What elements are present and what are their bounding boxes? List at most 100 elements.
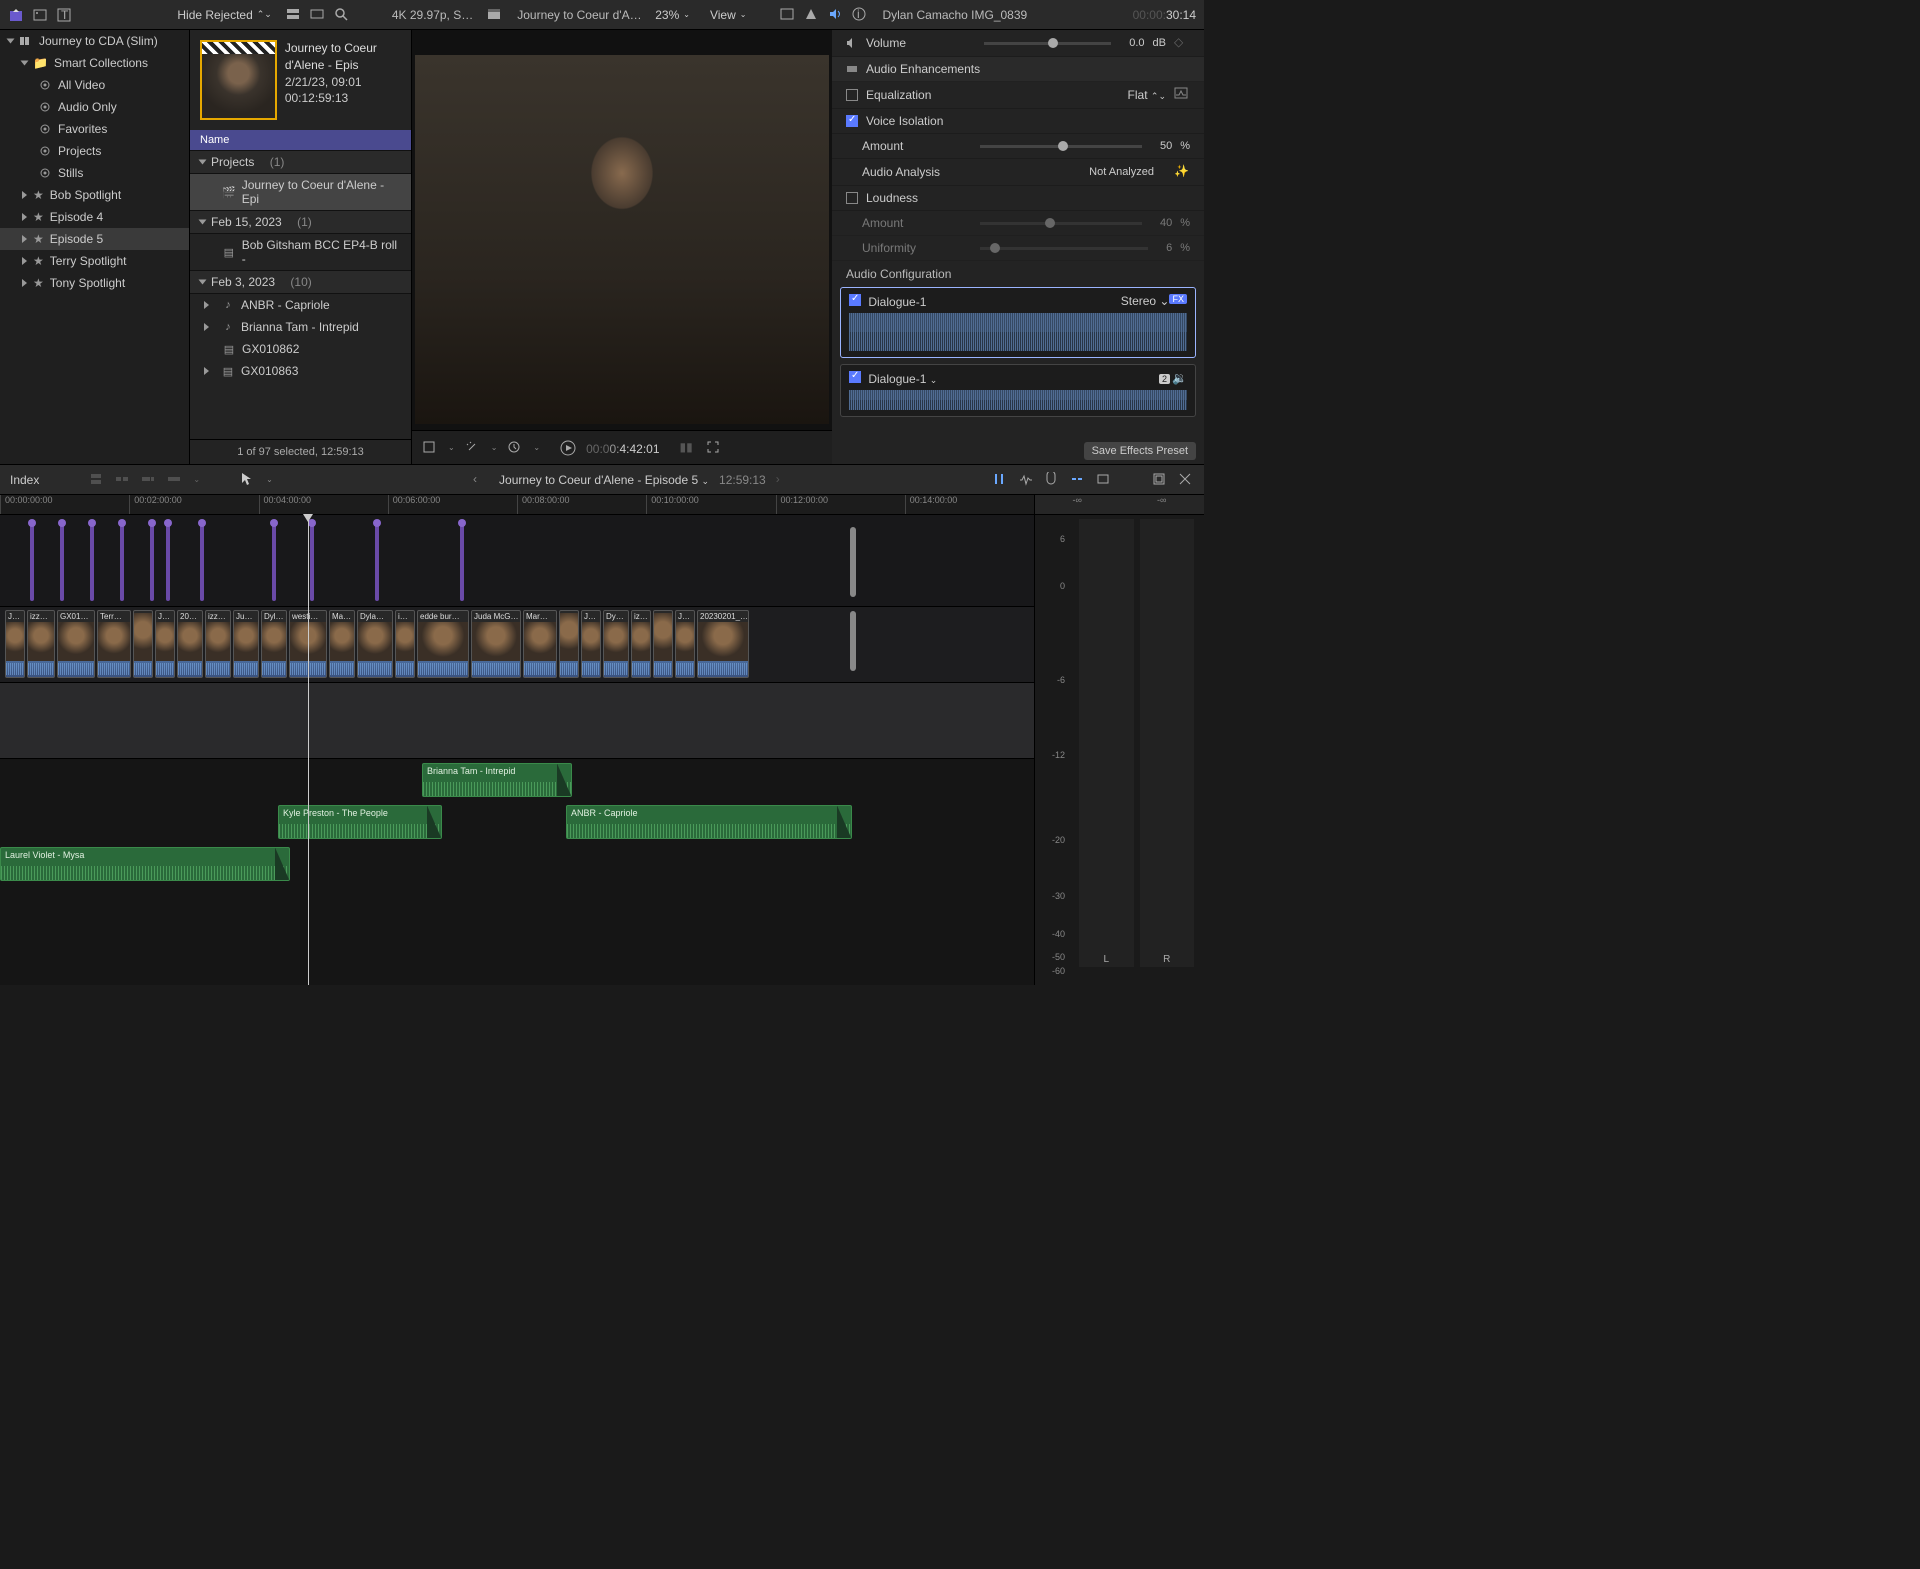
clip-appearance-icon[interactable] xyxy=(286,7,302,23)
music-lane-2[interactable]: Kyle Preston - The PeopleANBR - Capriole xyxy=(0,805,1034,843)
playhead[interactable] xyxy=(308,515,309,985)
timeline-ruler[interactable]: 00:00:00:0000:02:00:0000:04:00:0000:06:0… xyxy=(0,495,1034,515)
search-icon[interactable] xyxy=(334,7,350,23)
timeline[interactable]: 00:00:00:0000:02:00:0000:04:00:0000:06:0… xyxy=(0,495,1034,985)
timeline-back-icon[interactable]: ‹ xyxy=(473,472,489,488)
timeline-title[interactable]: Journey to Coeur d'Alene - Episode 5 ⌄ xyxy=(499,473,709,487)
append-clip-icon[interactable] xyxy=(141,472,157,488)
component-checkbox[interactable] xyxy=(849,294,861,306)
browser-item[interactable]: ♪ANBR - Capriole xyxy=(190,294,411,316)
video-clip[interactable]: Mar… xyxy=(523,610,557,678)
titles-icon[interactable]: T xyxy=(56,7,72,23)
primary-storyline[interactable]: J…izz…GX01…Terr…J…20…izz…Ju…Dyl…westi…Ma… xyxy=(0,607,1034,683)
smart-collections-row[interactable]: 📁Smart Collections xyxy=(0,52,189,74)
video-clip[interactable] xyxy=(653,610,673,678)
video-clip[interactable]: Ju… xyxy=(233,610,259,678)
music-lane-1[interactable]: Brianna Tam - Intrepid xyxy=(0,763,1034,801)
chapter-marker[interactable] xyxy=(90,523,94,601)
smart-collection-item[interactable]: Favorites xyxy=(0,118,189,140)
browser-item[interactable]: 🎬Journey to Coeur d'Alene - Epi xyxy=(190,174,411,210)
save-effects-preset-button[interactable]: Save Effects Preset xyxy=(1084,442,1196,460)
chapter-marker[interactable] xyxy=(310,523,314,601)
vi-amount-slider[interactable] xyxy=(980,145,1142,148)
browser-item[interactable]: ▤Bob Gitsham BCC EP4-B roll - xyxy=(190,234,411,270)
color-inspector-icon[interactable] xyxy=(804,7,820,23)
hide-rejected-dropdown[interactable]: Hide Rejected ⌃⌄ xyxy=(171,6,277,24)
select-tool-icon[interactable] xyxy=(240,472,256,488)
transitions-browser-icon[interactable] xyxy=(1178,472,1194,488)
retime-icon[interactable] xyxy=(507,440,523,456)
view-dropdown[interactable]: View ⌄ xyxy=(704,6,753,24)
audio-component-1[interactable]: Dialogue-1 Stereo ⌄ FX xyxy=(840,287,1196,358)
skimming-icon[interactable] xyxy=(992,472,1008,488)
enhance-icon[interactable] xyxy=(465,440,481,456)
video-clip[interactable]: Dyl… xyxy=(261,610,287,678)
video-clip[interactable]: J… xyxy=(581,610,601,678)
chapter-marker[interactable] xyxy=(60,523,64,601)
chapter-marker[interactable] xyxy=(30,523,34,601)
vi-amount-value[interactable]: 50 xyxy=(1160,140,1172,152)
music-clip[interactable]: Kyle Preston - The People xyxy=(278,805,442,839)
event-row[interactable]: ★Tony Spotlight xyxy=(0,272,189,294)
timeline-index-button[interactable]: Index xyxy=(10,473,39,487)
browser-group-header[interactable]: Feb 3, 2023 (10) xyxy=(190,270,411,294)
timeline-forward-icon[interactable]: › xyxy=(776,472,792,488)
solo-icon[interactable] xyxy=(1044,472,1060,488)
overwrite-clip-icon[interactable] xyxy=(167,472,183,488)
audio-component-2[interactable]: Dialogue-1 ⌄ 2🔉 xyxy=(840,364,1196,417)
video-clip[interactable]: iz… xyxy=(631,610,651,678)
music-lane-3[interactable]: Laurel Violet - Mysa xyxy=(0,847,1034,885)
keyword-icon[interactable] xyxy=(32,7,48,23)
browser-item[interactable]: ▤GX010862 xyxy=(190,338,411,360)
equalization-checkbox[interactable] xyxy=(846,89,858,101)
import-icon[interactable] xyxy=(8,7,24,23)
loop-icon[interactable]: ▮▮ xyxy=(680,440,696,456)
video-clip[interactable]: izz… xyxy=(205,610,231,678)
browser-column-name[interactable]: Name xyxy=(190,130,411,150)
music-clip[interactable]: Laurel Violet - Mysa xyxy=(0,847,290,881)
smart-collection-item[interactable]: Audio Only xyxy=(0,96,189,118)
video-clip[interactable]: Juda McG… xyxy=(471,610,521,678)
connect-clip-icon[interactable] xyxy=(89,472,105,488)
info-inspector-icon[interactable]: i xyxy=(852,7,868,23)
browser-item[interactable]: ♪Brianna Tam - Intrepid xyxy=(190,316,411,338)
keyframe-icon[interactable]: ◇ xyxy=(1174,35,1190,51)
event-row[interactable]: ★Terry Spotlight xyxy=(0,250,189,272)
loudness-checkbox[interactable] xyxy=(846,192,858,204)
analyze-magic-icon[interactable]: ✨ xyxy=(1174,164,1190,180)
volume-value[interactable]: 0.0 xyxy=(1129,37,1144,49)
play-icon[interactable] xyxy=(560,440,576,456)
project-thumbnail[interactable] xyxy=(200,40,277,120)
eq-editor-icon[interactable] xyxy=(1174,87,1190,103)
filmstrip-icon[interactable] xyxy=(310,7,326,23)
video-clip[interactable]: i… xyxy=(395,610,415,678)
chapter-marker[interactable] xyxy=(375,523,379,601)
video-clip[interactable]: GX01… xyxy=(57,610,95,678)
browser-group-header[interactable]: Projects (1) xyxy=(190,150,411,174)
video-clip[interactable]: 20… xyxy=(177,610,203,678)
video-clip[interactable]: 20230201_… xyxy=(697,610,749,678)
video-clip[interactable] xyxy=(559,610,579,678)
event-row[interactable]: ★Bob Spotlight xyxy=(0,184,189,206)
project-clapperboard-icon[interactable] xyxy=(487,7,503,23)
effects-browser-icon[interactable] xyxy=(1152,472,1168,488)
viewer-canvas[interactable] xyxy=(415,55,829,424)
video-clip[interactable]: Dyla… xyxy=(357,610,393,678)
zoom-dropdown[interactable]: 23% ⌄ xyxy=(649,6,696,24)
audio-inspector-icon[interactable] xyxy=(828,7,844,23)
video-clip[interactable]: J… xyxy=(675,610,695,678)
library-row[interactable]: Journey to CDA (Slim) xyxy=(0,30,189,52)
chapter-marker[interactable] xyxy=(166,523,170,601)
browser-item[interactable]: ▤GX010863 xyxy=(190,360,411,382)
event-row[interactable]: ★Episode 4 xyxy=(0,206,189,228)
chapter-marker[interactable] xyxy=(150,523,154,601)
component-checkbox[interactable] xyxy=(849,371,861,383)
transform-icon[interactable] xyxy=(422,440,438,456)
video-inspector-icon[interactable] xyxy=(780,7,796,23)
insert-clip-icon[interactable] xyxy=(115,472,131,488)
clip-display-icon[interactable] xyxy=(1096,472,1112,488)
channel-layout-dropdown[interactable]: Stereo ⌄ xyxy=(1121,294,1170,308)
video-clip[interactable]: J… xyxy=(155,610,175,678)
video-clip[interactable]: edde bur… xyxy=(417,610,469,678)
video-clip[interactable]: izz… xyxy=(27,610,55,678)
